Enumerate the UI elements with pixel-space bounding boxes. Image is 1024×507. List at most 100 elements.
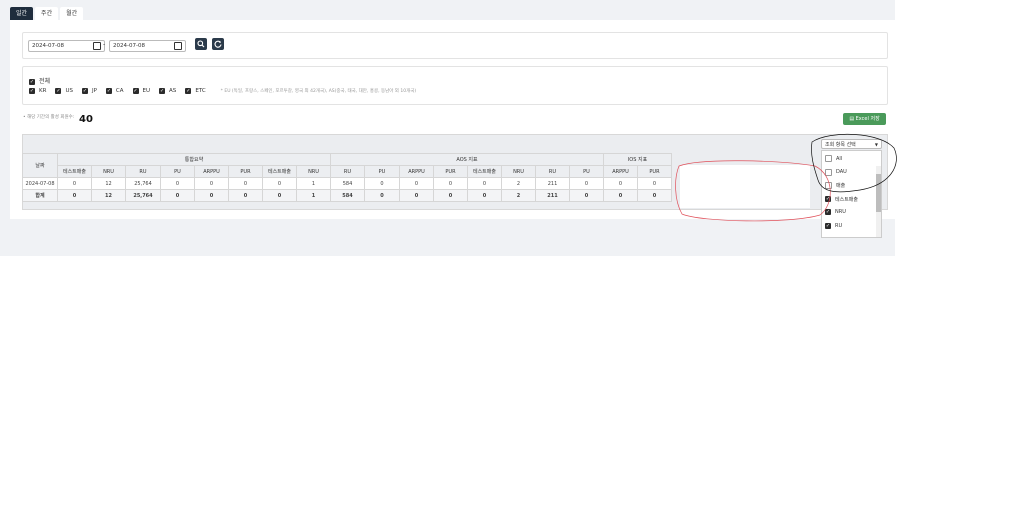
- search-button[interactable]: [195, 38, 207, 50]
- checkbox-unchecked-icon[interactable]: [825, 168, 832, 176]
- refresh-button[interactable]: [212, 38, 224, 50]
- stats-table: 날짜 통합요약 AOS 지표 IOS 지표 테스트매출 NRU RU PU ARPPU P…: [22, 153, 672, 202]
- region-label: JP: [91, 88, 97, 94]
- checkbox-checked-icon[interactable]: ✓: [825, 209, 831, 215]
- table-cell: 0: [262, 189, 297, 202]
- checkbox-checked-icon[interactable]: ✓: [81, 88, 88, 94]
- calendar-icon[interactable]: [93, 42, 101, 50]
- table-cell: 0: [364, 189, 400, 202]
- column-option[interactable]: All: [825, 155, 842, 162]
- column-header: ARPPU: [603, 165, 638, 178]
- table-cell: 0: [603, 189, 638, 202]
- row-date-cell: 2024-07-08: [22, 177, 58, 190]
- table-cell: 0: [603, 177, 638, 190]
- column-option[interactable]: DAU: [825, 168, 847, 176]
- table-cell: 0: [194, 189, 229, 202]
- table-cell: 584: [330, 189, 365, 202]
- column-option[interactable]: ✓ NRU: [825, 209, 846, 215]
- table-cell: 0: [399, 177, 434, 190]
- region-as[interactable]: ✓ AS: [159, 88, 176, 94]
- region-eu[interactable]: ✓ EU: [132, 88, 150, 94]
- table-cell: 25,764: [125, 177, 161, 190]
- active-members-count: 40: [79, 114, 93, 125]
- refresh-icon: [214, 40, 222, 48]
- table-cell: 0: [228, 189, 263, 202]
- region-kr[interactable]: ✓ KR: [29, 88, 46, 94]
- end-date-input[interactable]: 2024-07-08: [109, 40, 186, 52]
- checkbox-checked-icon[interactable]: ✓: [185, 88, 192, 94]
- column-option[interactable]: ✓ RU: [825, 222, 843, 229]
- table-row: 2024-07-08 0 12 25,764 0 0 0 0 1 584 0 0 0 0 2 211 0 0 0: [22, 177, 672, 190]
- region-us[interactable]: ✓ US: [55, 88, 73, 94]
- table-cell: 1: [296, 189, 331, 202]
- column-header: PU: [569, 165, 604, 178]
- checkbox-checked-icon[interactable]: ✓: [29, 78, 35, 85]
- column-header: 테스트매출: [57, 165, 92, 178]
- search-icon: [197, 40, 205, 48]
- tab-weekly[interactable]: 주간: [35, 7, 59, 20]
- checkbox-checked-icon[interactable]: ✓: [825, 222, 831, 229]
- column-option-label: RU: [835, 222, 843, 229]
- column-header: RU: [125, 165, 161, 178]
- table-cell: 0: [433, 189, 468, 202]
- dropdown-scrollbar-thumb[interactable]: [876, 174, 881, 212]
- table-cell: 0: [160, 189, 195, 202]
- column-select[interactable]: 조회 항목 선택 ▼: [821, 139, 882, 149]
- table-cell: 12: [91, 189, 126, 202]
- checkbox-checked-icon[interactable]: ✓: [105, 88, 112, 94]
- excel-save-label: Excel 저장: [855, 116, 880, 122]
- tab-daily[interactable]: 일간: [10, 7, 34, 20]
- checkbox-checked-icon[interactable]: ✓: [55, 88, 62, 94]
- table-cell: 0: [569, 177, 604, 190]
- group-header-aos: AOS 지표: [330, 153, 604, 166]
- checkbox-checked-icon[interactable]: ✓: [825, 196, 831, 202]
- start-date-input[interactable]: 2024-07-08: [28, 40, 105, 52]
- checkbox-checked-icon[interactable]: ✓: [159, 88, 166, 94]
- table-cell: 0: [57, 177, 92, 190]
- column-header: RU: [535, 165, 570, 178]
- excel-save-button[interactable]: ▤ Excel 저장: [843, 113, 886, 125]
- column-option-label: DAU: [836, 169, 847, 175]
- table-cell: 0: [364, 177, 400, 190]
- date-separator: -: [103, 41, 106, 48]
- region-label: AS: [169, 88, 177, 94]
- table-cell: 2: [501, 189, 536, 202]
- active-members-label: • 해당 기간의 활성 회원수:: [23, 115, 75, 120]
- table-cell: 25,764: [125, 189, 161, 202]
- group-header-ios: IOS 지표: [603, 153, 672, 166]
- table-cell: 0: [637, 177, 672, 190]
- table-cell: 211: [535, 177, 570, 190]
- checkbox-checked-icon[interactable]: ✓: [29, 88, 35, 94]
- table-cell: 12: [91, 177, 126, 190]
- end-date-value: 2024-07-08: [113, 43, 145, 49]
- table-cell: 0: [467, 189, 502, 202]
- table-cell: 0: [637, 189, 672, 202]
- table-cell: 0: [433, 177, 468, 190]
- column-select-options: All DAU 매출 ✓ 테스트매출 ✓ NRU ✓ RU: [821, 150, 882, 238]
- chevron-down-icon: ▼: [874, 142, 878, 147]
- checkbox-checked-icon[interactable]: ✓: [132, 88, 139, 94]
- column-option-label: NRU: [835, 209, 846, 215]
- column-option[interactable]: ✓ 테스트매출: [825, 196, 858, 203]
- checkbox-unchecked-icon[interactable]: [825, 182, 832, 189]
- calendar-icon[interactable]: [174, 42, 182, 50]
- column-option-label: 매출: [836, 183, 846, 189]
- column-option-label: All: [836, 155, 843, 162]
- region-etc[interactable]: ✓ ETC: [185, 88, 206, 94]
- column-header: NRU: [91, 165, 126, 178]
- column-header: PUR: [228, 165, 263, 178]
- region-note: * EU (독일, 프랑스, 스페인, 포르투갈, 영국 외 42개국), AS…: [220, 89, 417, 94]
- column-header: PU: [160, 165, 195, 178]
- region-jp[interactable]: ✓ JP: [81, 88, 97, 94]
- region-all[interactable]: ✓ 전체: [29, 76, 50, 85]
- column-option[interactable]: 매출: [825, 182, 845, 189]
- region-filter-box: [22, 66, 888, 105]
- table-row-total: 합계 0 12 25,764 0 0 0 0 1 584 0 0 0 0 2 211 0 0 0: [22, 189, 672, 202]
- date-header: 날짜: [22, 153, 58, 178]
- region-label: US: [65, 88, 73, 94]
- tab-monthly[interactable]: 월간: [60, 7, 84, 20]
- checkbox-unchecked-icon[interactable]: [825, 155, 832, 162]
- region-ca[interactable]: ✓ CA: [105, 88, 124, 94]
- table-cell: 0: [467, 177, 502, 190]
- group-header-summary: 통합요약: [57, 153, 331, 166]
